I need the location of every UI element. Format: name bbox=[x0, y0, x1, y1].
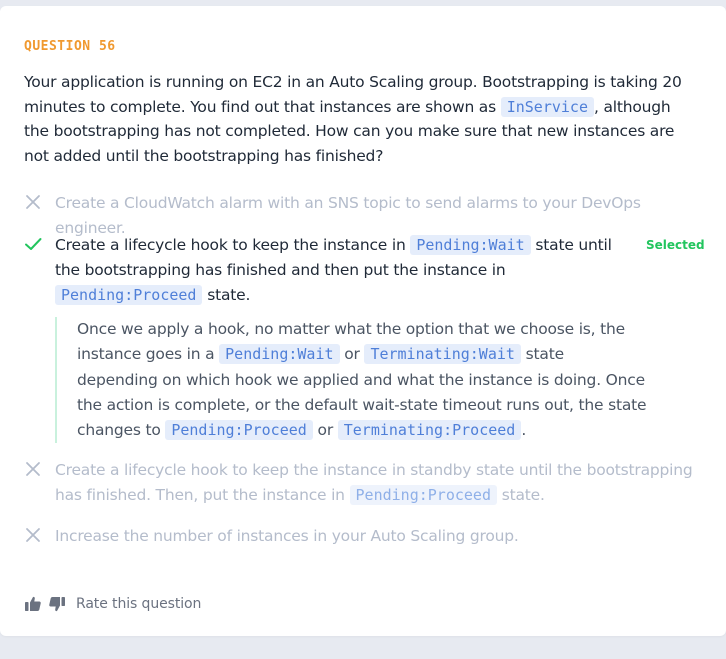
code-pending-proceed: Pending:Proceed bbox=[55, 285, 203, 305]
x-icon bbox=[26, 462, 40, 476]
option-text: Create a lifecycle hook to keep the inst… bbox=[55, 233, 630, 308]
checkmark-icon bbox=[25, 238, 42, 250]
explanation-text-part: or bbox=[339, 345, 365, 364]
x-icon bbox=[26, 195, 40, 209]
option-text: Increase the number of instances in your… bbox=[55, 527, 519, 545]
code-pending-wait: Pending:Wait bbox=[219, 344, 340, 365]
selected-badge: Selected bbox=[646, 238, 705, 252]
code-pending-proceed: Pending:Proceed bbox=[349, 485, 497, 505]
code-pending-proceed: Pending:Proceed bbox=[165, 420, 313, 441]
option-text-part: state. bbox=[497, 486, 545, 504]
rate-question-link[interactable]: Rate this question bbox=[76, 596, 201, 612]
option-text-part: state. bbox=[202, 286, 251, 304]
code-terminating-wait: Terminating:Wait bbox=[364, 344, 521, 365]
x-icon bbox=[26, 528, 40, 542]
thumbs-up-icon[interactable] bbox=[24, 595, 42, 613]
option-text-part: Create a lifecycle hook to keep the inst… bbox=[55, 236, 411, 254]
question-number: QUESTION 56 bbox=[24, 39, 116, 54]
code-pending-wait: Pending:Wait bbox=[410, 235, 531, 255]
option-text: Create a lifecycle hook to keep the inst… bbox=[55, 458, 695, 508]
question-text: Your application is running on EC2 in an… bbox=[24, 70, 700, 168]
code-terminating-proceed: Terminating:Proceed bbox=[337, 420, 522, 441]
code-inservice: InService bbox=[500, 96, 594, 117]
explanation-text-part: . bbox=[521, 421, 527, 440]
explanation-text-part: or bbox=[312, 421, 338, 440]
question-card: QUESTION 56 Your application is running … bbox=[0, 6, 726, 636]
explanation: Once we apply a hook, no matter what the… bbox=[55, 317, 647, 444]
rating-bar: Rate this question bbox=[24, 594, 201, 614]
thumbs-down-icon[interactable] bbox=[48, 595, 66, 613]
